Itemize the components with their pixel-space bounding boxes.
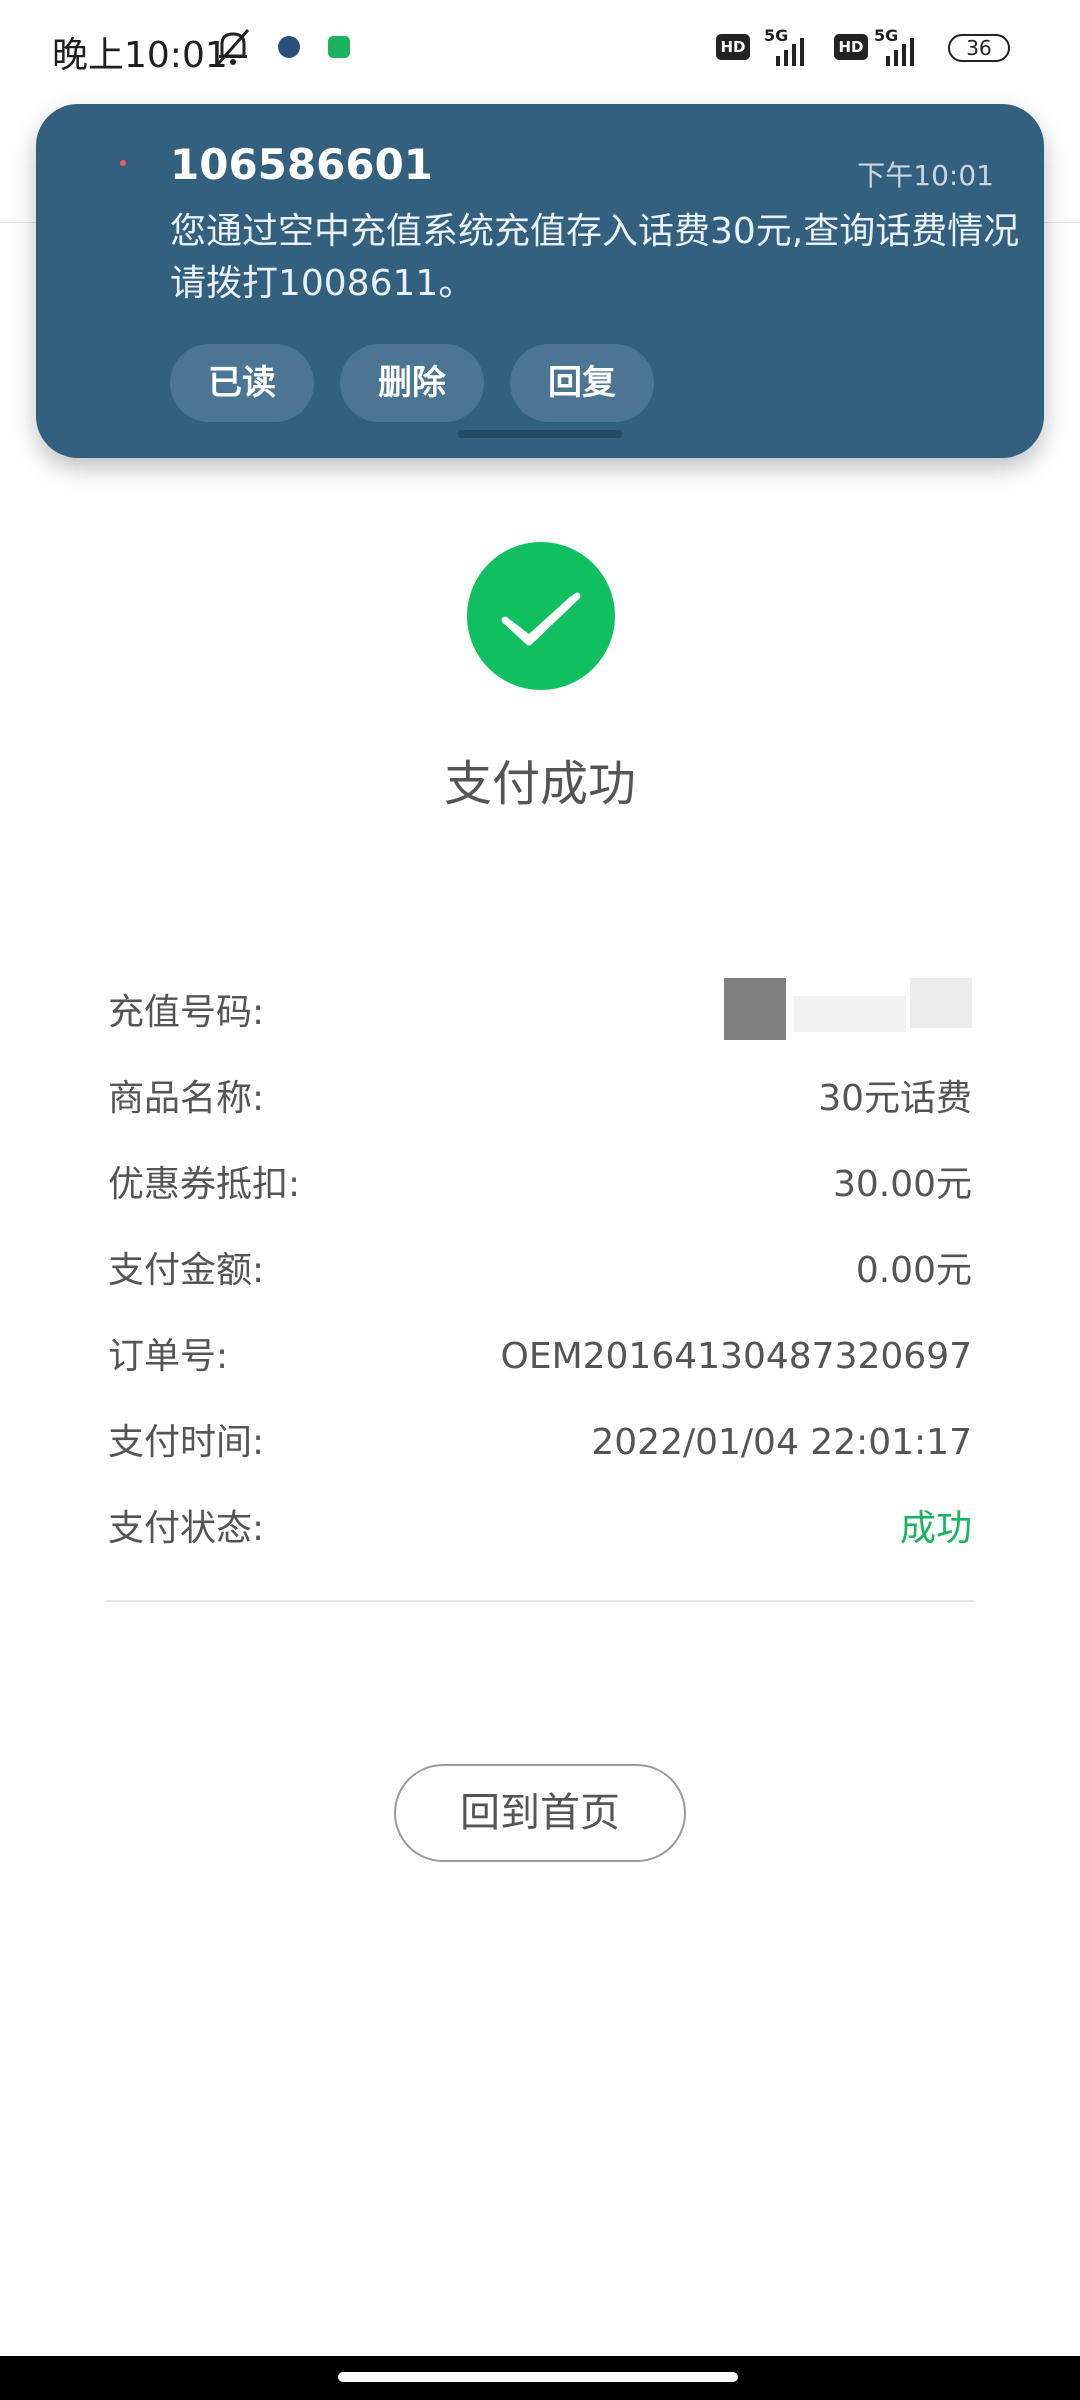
sms-notification[interactable]: 106586601 下午10:01 您通过空中充值系统充值存入话费30元,查询话… (36, 104, 1044, 458)
redacted-phone-number (724, 978, 972, 1040)
battery-icon: 36 (948, 34, 1010, 62)
status-time: 晚上10:01 (52, 35, 228, 76)
detail-row-product: 商品名称: 30元话费 (108, 1056, 972, 1142)
detail-row-coupon: 优惠券抵扣: 30.00元 (108, 1142, 972, 1228)
details-divider (106, 1600, 974, 1602)
status-value: 成功 (899, 1508, 972, 1549)
notification-time: 下午10:01 (857, 159, 994, 192)
message-icon (120, 160, 126, 166)
detail-label: 支付时间: (108, 1422, 265, 1463)
detail-label: 优惠券抵扣: (108, 1164, 301, 1205)
wechat-icon (328, 36, 350, 58)
signal-icon (776, 38, 804, 66)
app-notification-icon (278, 36, 300, 58)
detail-value: 30元话费 (818, 1078, 972, 1119)
detail-row-order-id: 订单号: OEM20164130487320697 (108, 1314, 972, 1400)
screen: 晚上10:01 HD 5G HD 5G 36 106586601 下午10:01… (0, 0, 1080, 2400)
home-gesture-handle[interactable] (338, 2372, 738, 2382)
navigation-bar (0, 2356, 1080, 2400)
back-to-home-button[interactable]: 回到首页 (394, 1764, 686, 1862)
detail-label: 支付金额: (108, 1250, 265, 1291)
delete-button[interactable]: 删除 (340, 344, 484, 422)
check-icon (501, 592, 581, 646)
hd-icon: HD (716, 34, 750, 60)
hd-icon: HD (834, 34, 868, 60)
redaction-block (724, 978, 786, 1040)
order-details: 充值号码: 商品名称: 30元话费 优惠券抵扣: 30.00元 支付金额: 0.… (108, 970, 972, 1572)
detail-label: 充值号码: (108, 992, 265, 1033)
mute-bell-icon (216, 29, 250, 65)
status-bar: 晚上10:01 HD 5G HD 5G 36 (0, 0, 1080, 96)
detail-value: 30.00元 (832, 1164, 972, 1205)
detail-row-status: 支付状态: 成功 (108, 1486, 972, 1572)
notification-body: 您通过空中充值系统充值存入话费30元,查询话费情况请拨打1008611。 (170, 211, 1020, 304)
redaction-block (910, 978, 972, 1028)
mark-read-button[interactable]: 已读 (170, 344, 314, 422)
detail-value: OEM20164130487320697 (500, 1336, 972, 1377)
detail-row-time: 支付时间: 2022/01/04 22:01:17 (108, 1400, 972, 1486)
success-check-icon (467, 542, 615, 690)
signal-icon (886, 38, 914, 66)
detail-row-amount: 支付金额: 0.00元 (108, 1228, 972, 1314)
detail-label: 订单号: (108, 1336, 229, 1377)
detail-value: 2022/01/04 22:01:17 (591, 1422, 972, 1463)
redaction-block (794, 996, 906, 1032)
detail-label: 商品名称: (108, 1078, 265, 1119)
payment-success-title: 支付成功 (443, 756, 636, 812)
notification-drag-handle[interactable] (458, 430, 622, 438)
detail-row-phone: 充值号码: (108, 970, 972, 1056)
detail-value: 0.00元 (855, 1250, 972, 1291)
detail-label: 支付状态: (108, 1508, 265, 1549)
reply-button[interactable]: 回复 (510, 344, 654, 422)
notification-sender: 106586601 (170, 140, 434, 189)
